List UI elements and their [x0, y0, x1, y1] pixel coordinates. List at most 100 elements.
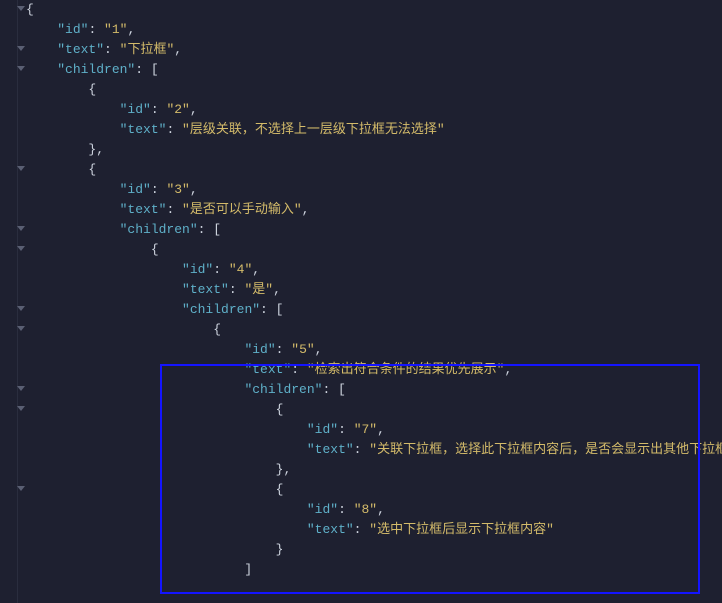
gutter-line — [0, 20, 17, 40]
code-line: "children": [ — [26, 300, 722, 320]
json-string: "1" — [104, 22, 127, 37]
gutter-line — [0, 520, 17, 540]
punctuation — [26, 522, 307, 537]
gutter-line — [0, 440, 17, 460]
json-string: "4" — [229, 262, 252, 277]
json-string: "2" — [166, 102, 189, 117]
punctuation — [26, 302, 182, 317]
punctuation — [26, 102, 120, 117]
punctuation — [26, 182, 120, 197]
json-string: "关联下拉框，选择此下拉框内容后，是否会显示出其他下拉框" — [369, 442, 722, 457]
json-key: "id" — [182, 262, 213, 277]
code-line: } — [26, 540, 722, 560]
punctuation: { — [26, 82, 96, 97]
punctuation — [26, 122, 120, 137]
json-string: "3" — [166, 182, 189, 197]
gutter-line — [0, 260, 17, 280]
json-string: "是否可以手动输入" — [182, 202, 302, 217]
gutter-line — [0, 300, 17, 320]
gutter-line — [0, 240, 17, 260]
json-string: "8" — [354, 502, 377, 517]
punctuation: } — [26, 542, 283, 557]
punctuation: , — [377, 422, 385, 437]
punctuation: : — [229, 282, 245, 297]
json-key: "id" — [120, 102, 151, 117]
punctuation — [26, 422, 307, 437]
punctuation: }, — [26, 462, 291, 477]
gutter-line — [0, 200, 17, 220]
punctuation: { — [26, 402, 283, 417]
punctuation — [26, 42, 57, 57]
punctuation: , — [302, 202, 310, 217]
json-key: "id" — [120, 182, 151, 197]
json-key: "children" — [120, 222, 198, 237]
code-line: "id": "3", — [26, 180, 722, 200]
punctuation: , — [174, 42, 182, 57]
code-line: "id": "5", — [26, 340, 722, 360]
punctuation: { — [26, 162, 96, 177]
json-key: "text" — [307, 522, 354, 537]
punctuation: }, — [26, 142, 104, 157]
gutter-line — [0, 100, 17, 120]
punctuation: : — [213, 262, 229, 277]
punctuation: , — [377, 502, 385, 517]
gutter-line — [0, 80, 17, 100]
punctuation: , — [190, 182, 198, 197]
json-key: "id" — [244, 342, 275, 357]
code-line: "text": "关联下拉框，选择此下拉框内容后，是否会显示出其他下拉框" — [26, 440, 722, 460]
gutter-line — [0, 480, 17, 500]
punctuation — [26, 62, 57, 77]
gutter-line — [0, 140, 17, 160]
punctuation — [26, 222, 120, 237]
code-line: { — [26, 320, 722, 340]
json-key: "text" — [120, 122, 167, 137]
punctuation: { — [26, 322, 221, 337]
json-key: "id" — [57, 22, 88, 37]
json-string: "下拉框" — [120, 42, 175, 57]
punctuation: : — [354, 442, 370, 457]
json-string: "检索出符合条件的结果优先展示" — [307, 362, 505, 377]
punctuation — [26, 362, 244, 377]
punctuation: : — [166, 122, 182, 137]
code-line: }, — [26, 140, 722, 160]
gutter-line — [0, 0, 17, 20]
punctuation — [26, 382, 244, 397]
punctuation: : — [88, 22, 104, 37]
gutter-line — [0, 540, 17, 560]
json-key: "text" — [182, 282, 229, 297]
code-line: "id": "4", — [26, 260, 722, 280]
punctuation: : [ — [198, 222, 221, 237]
gutter-line — [0, 400, 17, 420]
code-line: { — [26, 400, 722, 420]
gutter-line — [0, 580, 17, 600]
gutter-line — [0, 220, 17, 240]
punctuation — [26, 442, 307, 457]
gutter-line — [0, 340, 17, 360]
punctuation — [26, 262, 182, 277]
gutter-line — [0, 180, 17, 200]
gutter-line — [0, 280, 17, 300]
punctuation: : — [291, 362, 307, 377]
punctuation — [26, 342, 244, 357]
punctuation: , — [504, 362, 512, 377]
gutter-line — [0, 120, 17, 140]
json-key: "id" — [307, 422, 338, 437]
punctuation: { — [26, 242, 159, 257]
code-line: }, — [26, 460, 722, 480]
punctuation: , — [127, 22, 135, 37]
code-line: "text": "选中下拉框后显示下拉框内容" — [26, 520, 722, 540]
code-line: "text": "层级关联，不选择上一层级下拉框无法选择" — [26, 120, 722, 140]
json-key: "text" — [244, 362, 291, 377]
json-key: "id" — [307, 502, 338, 517]
punctuation — [26, 282, 182, 297]
code-line: { — [26, 80, 722, 100]
json-string: "选中下拉框后显示下拉框内容" — [369, 522, 554, 537]
code-line: { — [26, 0, 722, 20]
json-string: "是" — [244, 282, 273, 297]
code-line: "children": [ — [26, 380, 722, 400]
json-key: "text" — [307, 442, 354, 457]
gutter-line — [0, 40, 17, 60]
code-line: "id": "8", — [26, 500, 722, 520]
gutter-line — [0, 60, 17, 80]
json-string: "7" — [354, 422, 377, 437]
